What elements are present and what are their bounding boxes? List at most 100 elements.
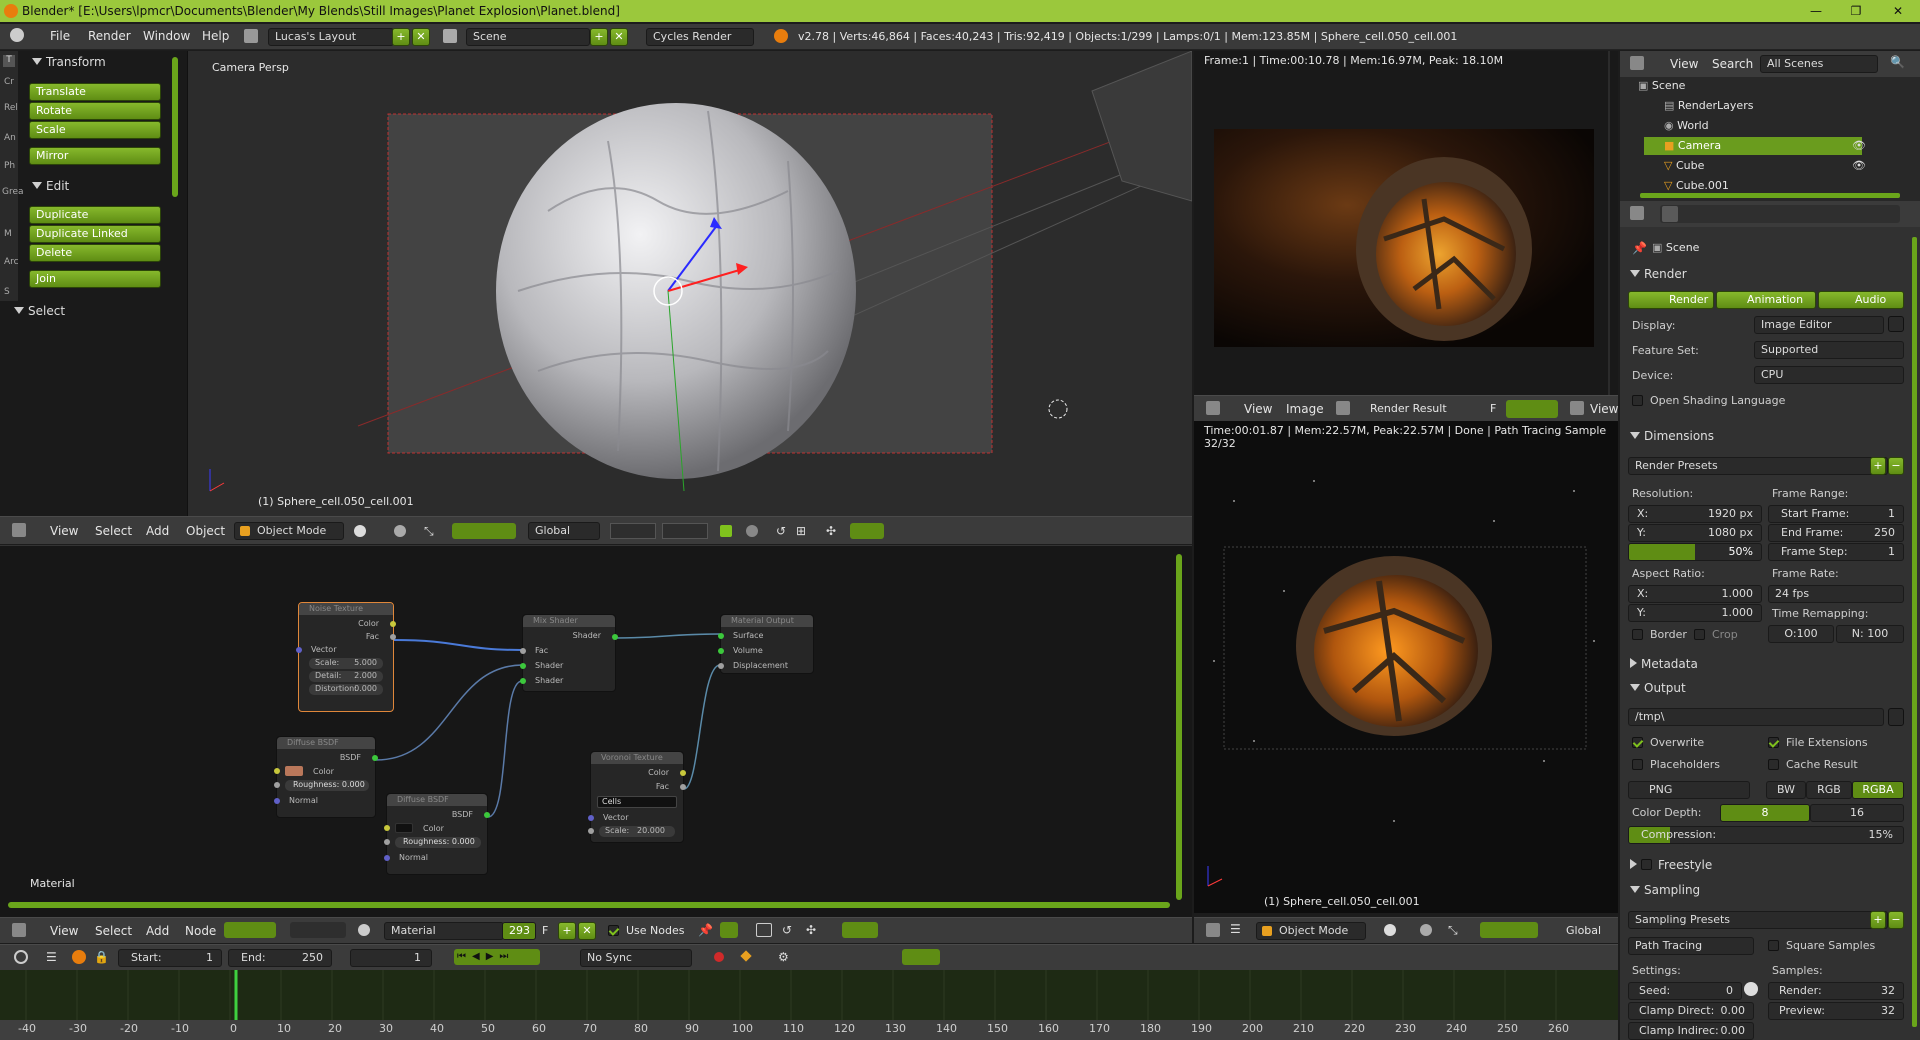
rgb-button[interactable]: RGB [1806,781,1852,799]
image-actions-icons[interactable] [1506,400,1558,418]
remap-new-field[interactable]: N: 100 [1836,625,1904,643]
join-button[interactable]: Join [29,270,161,288]
scale-button[interactable]: Scale [29,121,161,139]
fake-user-toggle[interactable]: F [542,924,548,937]
properties-editor[interactable]: 📌 ▣ Scene Render Render Animation Audio … [1620,227,1920,1040]
render-presets-select[interactable]: Render Presets [1628,457,1888,475]
start-frame-prop[interactable]: Start Frame: 1 [1768,505,1904,523]
diffuse-bsdf-node-2[interactable]: Diffuse BSDF BSDF Color Roughness: 0.000… [384,793,490,875]
depth-16-button[interactable]: 16 [1810,804,1904,822]
properties-scrollbar[interactable] [1912,237,1917,1027]
resolution-percent-slider[interactable]: 50% [1628,543,1762,561]
keying-icon[interactable] [72,950,86,964]
node-editor[interactable]: Noise Texture Color Fac Vector Scale: 5.0… [0,545,1192,917]
tab-relations[interactable]: Rel [4,103,18,113]
frame-step-prop[interactable]: Frame Step: 1 [1768,543,1904,561]
featureset-select[interactable]: Supported [1754,341,1904,359]
pin-icon[interactable]: 📌 [1632,241,1647,255]
rendered-pivot-icon[interactable] [1420,924,1432,936]
node-menu-add[interactable]: Add [146,924,169,938]
voronoi-mode-select[interactable]: Cells [597,796,677,808]
render-button[interactable]: Render [1628,291,1714,309]
manipulator-icon[interactable]: ⤡ [424,524,434,539]
resolution-x-field[interactable]: X: 1920 px [1628,505,1762,523]
unlink-material-button[interactable]: ✕ [578,922,596,940]
rendered-transform-icons[interactable] [1480,922,1538,938]
rgba-button[interactable]: RGBA [1852,781,1904,799]
aspect-y-field[interactable]: Y: 1.000 [1628,604,1762,622]
placeholders-checkbox[interactable] [1632,759,1643,770]
snap-target-icon[interactable]: ✣ [826,524,836,538]
insert-keyframe-icons[interactable] [902,949,940,965]
seed-field[interactable]: Seed: 0 [1628,982,1742,1000]
outliner-item-camera[interactable]: ■ Camera [1664,139,1721,152]
compression-slider[interactable]: Compression: 15% [1628,826,1904,844]
image-editor-type-icon[interactable] [1206,401,1220,415]
backdrop-icon[interactable] [756,923,772,937]
aspect-x-field[interactable]: X: 1.000 [1628,585,1762,603]
outliner-item-renderlayers[interactable]: ▤ RenderLayers [1664,99,1753,112]
record-icon[interactable] [714,952,724,962]
tab-create[interactable]: Cr [4,77,14,87]
outliner-item-cube[interactable]: ▽ Cube [1664,159,1704,172]
render-panel-header[interactable]: Render [1630,267,1687,281]
use-nodes-checkbox[interactable] [608,925,619,936]
remap-old-field[interactable]: O:100 [1768,625,1834,643]
shader-type-buttons[interactable] [224,922,276,938]
remove-sampling-preset-button[interactable]: − [1888,911,1904,929]
crop-checkbox[interactable] [1694,629,1705,640]
outliner-item-world[interactable]: ◉ World [1664,119,1709,132]
transform-manipulators[interactable] [452,523,516,539]
pivot-icon[interactable] [394,525,406,537]
node-snap-icon[interactable]: ↺ [782,923,792,937]
clamp-indirect-field[interactable]: Clamp Indirec: 0.00 [1628,1022,1754,1040]
tab-archimesh[interactable]: Arc [4,257,19,267]
material-output-node[interactable]: Material Output Surface Volume Displacem… [718,614,814,674]
3d-viewport[interactable]: Camera Persp (1) Sphere_cell.050_cell.00… [188,51,1192,516]
tab-physics[interactable]: Ph [4,161,15,171]
visibility-eye-icon[interactable]: 👁 [1852,159,1866,172]
layer-lock-icon[interactable] [720,525,732,537]
node-menu-node[interactable]: Node [185,924,216,938]
tab-animation[interactable]: An [4,133,16,143]
pin-icon[interactable]: 📌 [698,923,713,937]
bw-button[interactable]: BW [1766,781,1806,799]
material-users[interactable]: 293 [502,922,536,940]
diffuse2-color-swatch[interactable] [395,823,413,833]
tab-s[interactable]: S [4,287,10,297]
maximize-icon[interactable]: ❐ [1836,0,1876,22]
outliner-item-scene[interactable]: ▣ Scene [1638,79,1685,92]
outliner-item-cube-001[interactable]: ▽ Cube.001 [1664,179,1729,192]
animation-button[interactable]: Animation [1716,291,1816,309]
dimensions-panel-header[interactable]: Dimensions [1630,429,1714,443]
file-format-select[interactable]: PNG [1628,781,1750,799]
viewport-menu-view[interactable]: View [50,524,78,538]
layout-select[interactable]: Lucas's Layout [268,28,394,46]
noise-detail-field[interactable]: Detail: 2.000 [309,671,383,682]
shading-solid-icon[interactable] [354,525,366,537]
render-samples-field[interactable]: Render: 32 [1768,982,1904,1000]
start-frame-field[interactable]: Start: 1 [118,949,222,967]
tab-misc[interactable]: M [4,229,12,239]
tool-shelf-scrollbar[interactable] [172,57,178,197]
depth-8-button[interactable]: 8 [1720,804,1810,822]
orientation-select[interactable]: Global [528,522,600,540]
outliner-type-icon[interactable] [1630,56,1644,70]
voronoi-scale-field[interactable]: Scale: 20.000 [599,826,675,837]
mix-shader-node[interactable]: Mix Shader Shader Fac Shader Shader [520,614,618,692]
viewport-menu-object[interactable]: Object [186,524,225,538]
image-browse-icon[interactable] [1336,401,1350,415]
menu-help[interactable]: Help [202,29,229,43]
osl-checkbox[interactable] [1632,395,1643,406]
outliner-search-icon[interactable]: 🔍 [1890,55,1905,69]
metadata-panel-header[interactable]: Metadata [1630,657,1698,671]
copy-paste-icons[interactable] [842,922,878,938]
material-select[interactable]: Material [384,922,504,940]
playback-controls[interactable]: ⏮◀▶⏭ [454,949,540,965]
diffuse-bsdf-node-1[interactable]: Diffuse BSDF BSDF Color Roughness: 0.000… [274,736,378,818]
image-name[interactable]: Render Result [1370,402,1447,415]
render-engine-select[interactable]: Cycles Render [646,28,754,46]
render-context-icon[interactable] [1662,206,1678,222]
node-menu-view[interactable]: View [50,924,78,938]
animated-seed-icon[interactable] [1744,982,1758,996]
